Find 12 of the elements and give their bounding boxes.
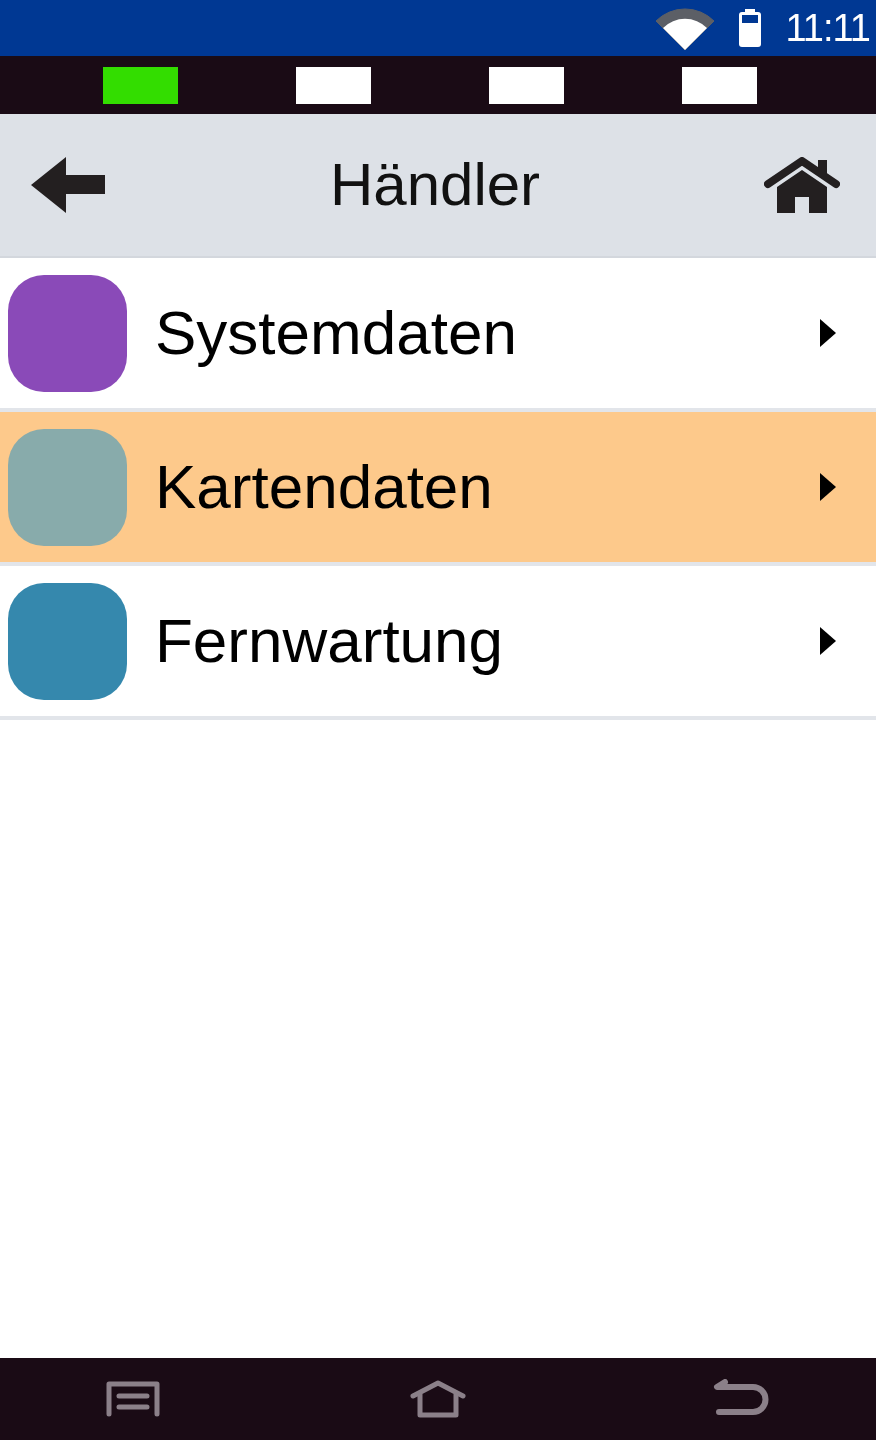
recent-apps-button[interactable] [106, 1381, 160, 1417]
wifi-signal-icon [655, 5, 714, 51]
chevron-right-icon [820, 627, 836, 655]
menu-item[interactable]: Kartendaten [0, 412, 876, 566]
battery-icon [738, 9, 761, 47]
chevron-right-icon [820, 473, 836, 501]
home-nav-button[interactable] [410, 1380, 466, 1418]
clock-time: 11:11 [785, 9, 870, 47]
page-title: Händler [328, 155, 542, 215]
home-button[interactable] [764, 155, 840, 215]
chevron-right-icon [820, 319, 836, 347]
back-button[interactable] [30, 155, 106, 215]
